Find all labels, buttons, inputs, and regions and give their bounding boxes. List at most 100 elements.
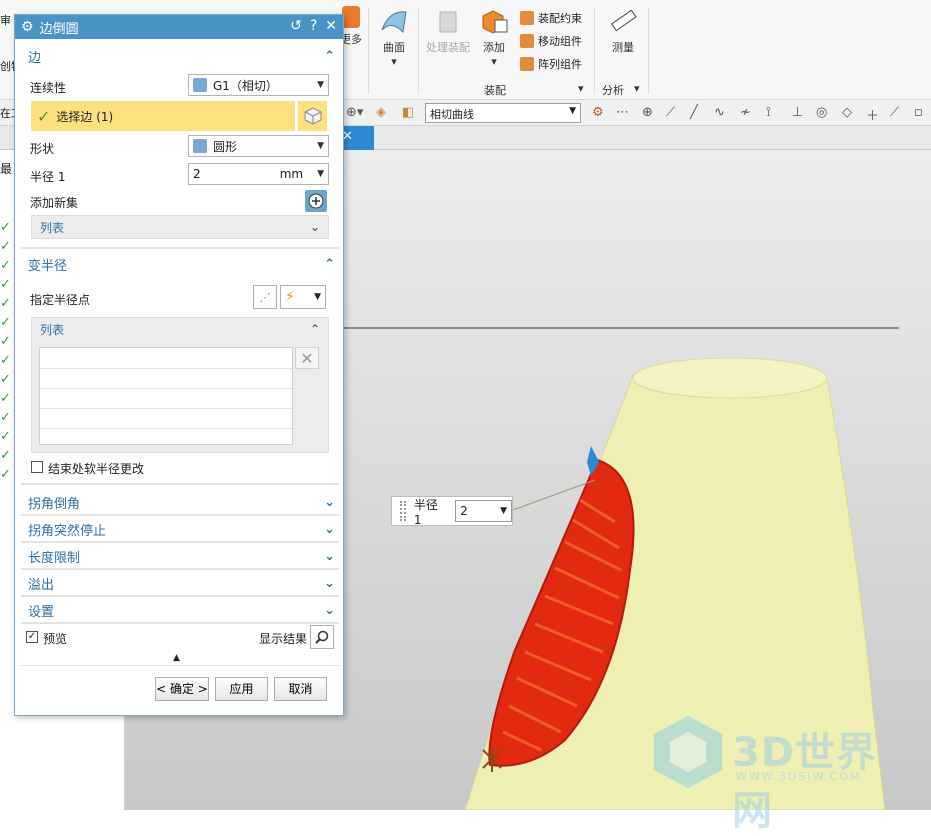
- inferred-point-select[interactable]: ⚡ ▼: [280, 285, 326, 309]
- section-divider: [21, 247, 339, 249]
- cancel-button[interactable]: 取消: [274, 677, 327, 701]
- navigator-check-icon[interactable]: ✓: [0, 351, 12, 371]
- callout-drag-handle[interactable]: [400, 501, 406, 521]
- apply-button[interactable]: 应用: [215, 677, 268, 701]
- add-component-icon: [479, 6, 509, 36]
- corner-stop-short-section-title: 拐角突然停止: [28, 523, 107, 539]
- assembly-group-expand-icon[interactable]: ▾: [578, 82, 584, 95]
- endpoint-snap-icon[interactable]: ⟋: [666, 105, 675, 120]
- edge-list-panel[interactable]: 列表 ⌄: [31, 215, 329, 239]
- checkmark-icon: ✓: [37, 106, 51, 126]
- show-result-button[interactable]: [310, 625, 334, 649]
- plus-circle-icon: [308, 193, 324, 209]
- watermark: 3D世界网 WWW.3DSJW.COM: [648, 712, 918, 834]
- face-icon[interactable]: ◧: [402, 105, 414, 120]
- assembly-process-button[interactable]: 处理装配: [424, 6, 472, 55]
- curve-snap-icon[interactable]: ∿: [714, 105, 725, 120]
- curve-rule-value: 相切曲线: [430, 108, 474, 121]
- ribbon-separator: [648, 8, 649, 94]
- assembly-constraint-icon: [520, 11, 534, 25]
- section-divider: [21, 595, 339, 597]
- navigator-check-icon[interactable]: ✓: [0, 389, 12, 409]
- corner-stop-short-section-header[interactable]: 拐角突然停止 ⌄: [23, 518, 339, 540]
- list-row: [40, 428, 292, 429]
- delete-point-button[interactable]: ✕: [295, 347, 319, 369]
- preview-checkbox[interactable]: ✓: [26, 631, 38, 643]
- navigator-check-icon[interactable]: ✓: [0, 465, 12, 485]
- list-row: [40, 408, 292, 409]
- perpendicular-snap-icon[interactable]: ⊥: [792, 105, 803, 120]
- radius-input[interactable]: 2 mm ▼: [188, 163, 329, 185]
- center-snap-icon[interactable]: ◎: [816, 105, 827, 120]
- reset-button[interactable]: ↺: [290, 18, 302, 34]
- edge-section-header[interactable]: 边 ⌃: [23, 45, 339, 67]
- navigator-check-icon[interactable]: ✓: [0, 332, 12, 352]
- select-edge-row[interactable]: ✓ 选择边 (1): [31, 101, 295, 131]
- assembly-constraint-button[interactable]: 装配约束: [520, 10, 582, 26]
- overflow-section-title: 溢出: [28, 577, 55, 593]
- chevron-down-icon: ⌄: [324, 575, 335, 591]
- settings-section-header[interactable]: 设置 ⌄: [23, 599, 339, 621]
- variable-radius-title: 变半径: [28, 258, 68, 274]
- dialog-titlebar[interactable]: ⚙ 边倒圆 ↺ ? ✕: [15, 15, 343, 39]
- face-snap-icon[interactable]: ▫: [914, 105, 923, 120]
- polyline-snap-icon[interactable]: ⟟: [766, 105, 771, 120]
- callout-radius-input[interactable]: 2 ▼: [455, 500, 512, 522]
- intersection-snap-icon[interactable]: ＋: [866, 105, 879, 124]
- analysis-group-expand-icon[interactable]: ▾: [634, 82, 640, 95]
- snap-icon[interactable]: ⊕▾: [346, 105, 363, 120]
- navigator-check-icon[interactable]: ✓: [0, 370, 12, 390]
- variable-radius-header[interactable]: 变半径 ⌃: [23, 253, 339, 275]
- solid-body-icon[interactable]: ◈: [376, 105, 386, 120]
- surface-button[interactable]: 曲面 ▾: [376, 6, 412, 68]
- section-divider: [21, 514, 339, 516]
- navigator-check-icon[interactable]: ✓: [0, 427, 12, 447]
- chevron-down-icon: ⌄: [309, 220, 320, 234]
- add-component-button[interactable]: 添加 ▾: [476, 6, 512, 68]
- quadrant-snap-icon[interactable]: ◇: [842, 105, 852, 120]
- show-result-label: 显示结果: [259, 632, 308, 646]
- chevron-down-icon: ▼: [317, 80, 324, 90]
- navigator-check-icon[interactable]: ✓: [0, 313, 12, 333]
- navigator-check-icon[interactable]: ✓: [0, 294, 12, 314]
- tangent-snap-icon[interactable]: ⟋: [890, 105, 899, 120]
- select-edge-button[interactable]: [297, 101, 327, 131]
- navigator-check-icon[interactable]: ✓: [0, 218, 12, 238]
- curve-rule-select[interactable]: 相切曲线 ▼: [425, 103, 581, 123]
- ribbon-separator: [368, 8, 369, 94]
- close-button[interactable]: ✕: [325, 18, 337, 34]
- navigator-row-label: 最: [0, 162, 13, 176]
- more-options-icon[interactable]: ⋯: [616, 105, 629, 120]
- radius-point-list[interactable]: [39, 347, 293, 445]
- overflow-section-header[interactable]: 溢出 ⌄: [23, 572, 339, 594]
- length-limit-section-header[interactable]: 长度限制 ⌄: [23, 545, 339, 567]
- shape-select[interactable]: 圆形 ▼: [188, 135, 329, 157]
- measure-button[interactable]: 测量: [604, 6, 642, 55]
- select-edge-label: 选择边 (1): [56, 109, 114, 124]
- point-dialog-button[interactable]: ⋰: [253, 285, 277, 309]
- radius-point-list-label: 列表: [40, 322, 65, 337]
- navigator-check-icon[interactable]: ✓: [0, 237, 12, 257]
- navigator-check-icon[interactable]: ✓: [0, 275, 12, 295]
- spline-snap-icon[interactable]: ≁: [740, 105, 751, 120]
- soft-radius-checkbox[interactable]: [31, 461, 43, 473]
- section-divider: [21, 568, 339, 570]
- navigator-check-icon[interactable]: ✓: [0, 256, 12, 276]
- curve-options-icon[interactable]: ⚙: [592, 105, 604, 120]
- navigator-check-icon[interactable]: ✓: [0, 446, 12, 466]
- assembly-process-label: 处理装配: [426, 41, 470, 54]
- ok-button[interactable]: < 确定 >: [155, 677, 209, 701]
- help-button[interactable]: ?: [310, 18, 317, 34]
- array-component-button[interactable]: 阵列组件: [520, 56, 582, 72]
- navigator-check-icon[interactable]: ✓: [0, 408, 12, 428]
- collapse-arrow-icon[interactable]: ▲: [173, 653, 180, 663]
- radius-point-list-header[interactable]: 列表 ⌃: [32, 318, 328, 340]
- chevron-down-icon: ⌄: [324, 548, 335, 564]
- continuity-select[interactable]: G1（相切） ▼: [188, 74, 329, 96]
- gear-icon[interactable]: ⚙: [21, 19, 34, 35]
- move-component-button[interactable]: 移动组件: [520, 33, 582, 49]
- line-snap-icon[interactable]: ╱: [690, 105, 698, 120]
- corner-setback-section-header[interactable]: 拐角倒角 ⌄: [23, 491, 339, 513]
- add-new-set-button[interactable]: [305, 190, 327, 212]
- point-snap-icon[interactable]: ⊕: [642, 105, 653, 120]
